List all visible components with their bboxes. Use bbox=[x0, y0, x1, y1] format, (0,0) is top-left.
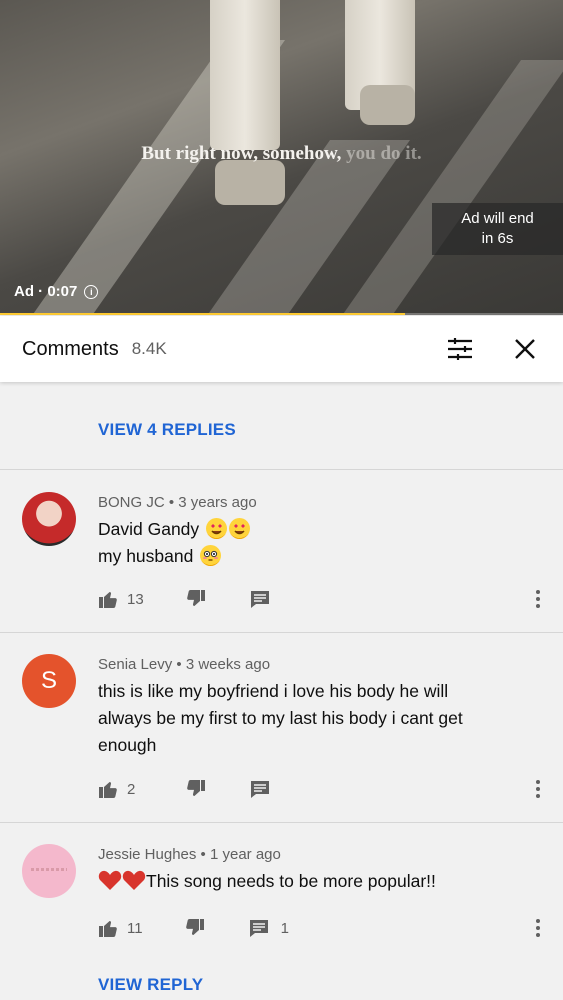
avatar[interactable] bbox=[22, 844, 76, 898]
divider bbox=[0, 822, 563, 823]
reply-icon[interactable] bbox=[250, 779, 270, 799]
ad-timer: Ad · 0:07 bbox=[14, 283, 78, 300]
like-count: 2 bbox=[127, 780, 136, 798]
comment-actions: 11 1 bbox=[98, 916, 289, 940]
comment-time: 1 year ago bbox=[209, 846, 281, 863]
more-vert-icon[interactable] bbox=[530, 779, 546, 799]
ad-end-countdown: Ad will end in 6s bbox=[432, 203, 563, 255]
comment-text: This song needs to be more popular!! bbox=[98, 868, 518, 895]
view-4-replies-button[interactable]: VIEW 4 REPLIES bbox=[98, 420, 236, 440]
comments-header: Comments 8.4K bbox=[0, 316, 563, 382]
comment-meta: Jessie Hughes • 1 year ago bbox=[98, 846, 281, 863]
divider bbox=[0, 469, 563, 470]
close-icon[interactable] bbox=[514, 338, 536, 360]
dislike-icon[interactable] bbox=[185, 918, 205, 938]
comment-author[interactable]: Jessie Hughes bbox=[98, 846, 196, 863]
like-icon[interactable] bbox=[98, 589, 118, 609]
more-vert-icon[interactable] bbox=[530, 918, 546, 938]
reply-icon[interactable] bbox=[250, 589, 270, 609]
more-vert-icon[interactable] bbox=[530, 589, 546, 609]
comment-author[interactable]: Senia Levy bbox=[98, 656, 172, 673]
heart-eyes-emoji bbox=[229, 518, 251, 539]
comment-time: 3 years ago bbox=[178, 494, 257, 511]
ad-video-player[interactable]: But right now, somehow, you do it. Ad wi… bbox=[0, 0, 563, 315]
reply-count: 1 bbox=[280, 919, 289, 937]
comment-line: This song needs to be more popular!! bbox=[146, 871, 436, 891]
avatar[interactable] bbox=[22, 492, 76, 546]
info-icon[interactable]: i bbox=[84, 284, 99, 299]
comments-title: Comments bbox=[22, 337, 119, 360]
dislike-icon[interactable] bbox=[186, 589, 206, 609]
comment-line: always be my first to my last his body i… bbox=[98, 708, 463, 728]
avatar-script-mark bbox=[31, 868, 67, 871]
video-figure bbox=[210, 0, 280, 150]
comment-actions: 13 bbox=[98, 587, 270, 611]
comment-author[interactable]: BONG JC bbox=[98, 494, 165, 511]
comment-meta: BONG JC • 3 years ago bbox=[98, 494, 257, 511]
comment-line: this is like my boyfriend i love his bod… bbox=[98, 681, 449, 701]
comment-line: enough bbox=[98, 735, 157, 755]
comment-actions: 2 bbox=[98, 777, 270, 801]
comments-count: 8.4K bbox=[131, 339, 167, 358]
comment-line: David Gandy bbox=[98, 519, 200, 539]
comment-meta: Senia Levy • 3 weeks ago bbox=[98, 656, 271, 673]
comment-line: my husband bbox=[98, 546, 194, 566]
ad-progress-fill bbox=[0, 313, 406, 315]
heart-eyes-emoji bbox=[206, 518, 228, 539]
comment-time: 3 weeks ago bbox=[185, 656, 271, 673]
ad-label: Ad · 0:07 i bbox=[14, 283, 99, 300]
view-reply-button[interactable]: VIEW REPLY bbox=[98, 975, 203, 995]
like-count: 13 bbox=[127, 590, 144, 608]
avatar-letter: S bbox=[40, 667, 57, 694]
heart-emoji bbox=[98, 870, 122, 890]
subtitle-main: But right now, somehow, bbox=[141, 143, 342, 164]
like-icon[interactable] bbox=[98, 918, 118, 938]
divider bbox=[0, 632, 563, 633]
comment-text: David Gandy my husband bbox=[98, 516, 518, 570]
avatar[interactable]: S bbox=[22, 654, 76, 708]
heart-emoji bbox=[122, 870, 146, 890]
ad-end-line2: in 6s bbox=[481, 230, 514, 247]
video-figure bbox=[215, 160, 285, 205]
dislike-icon[interactable] bbox=[186, 779, 206, 799]
reply-icon[interactable] bbox=[249, 918, 269, 938]
ad-progress-bar bbox=[0, 313, 563, 315]
ad-end-line1: Ad will end bbox=[461, 210, 534, 227]
filter-icon[interactable] bbox=[447, 337, 473, 361]
video-figure bbox=[360, 85, 415, 125]
subtitle-fade: you do it. bbox=[346, 143, 422, 164]
flushed-emoji bbox=[200, 545, 222, 566]
video-subtitle: But right now, somehow, you do it. bbox=[0, 143, 563, 165]
comment-text: this is like my boyfriend i love his bod… bbox=[98, 678, 518, 759]
like-icon[interactable] bbox=[98, 779, 118, 799]
like-count: 11 bbox=[127, 919, 143, 937]
